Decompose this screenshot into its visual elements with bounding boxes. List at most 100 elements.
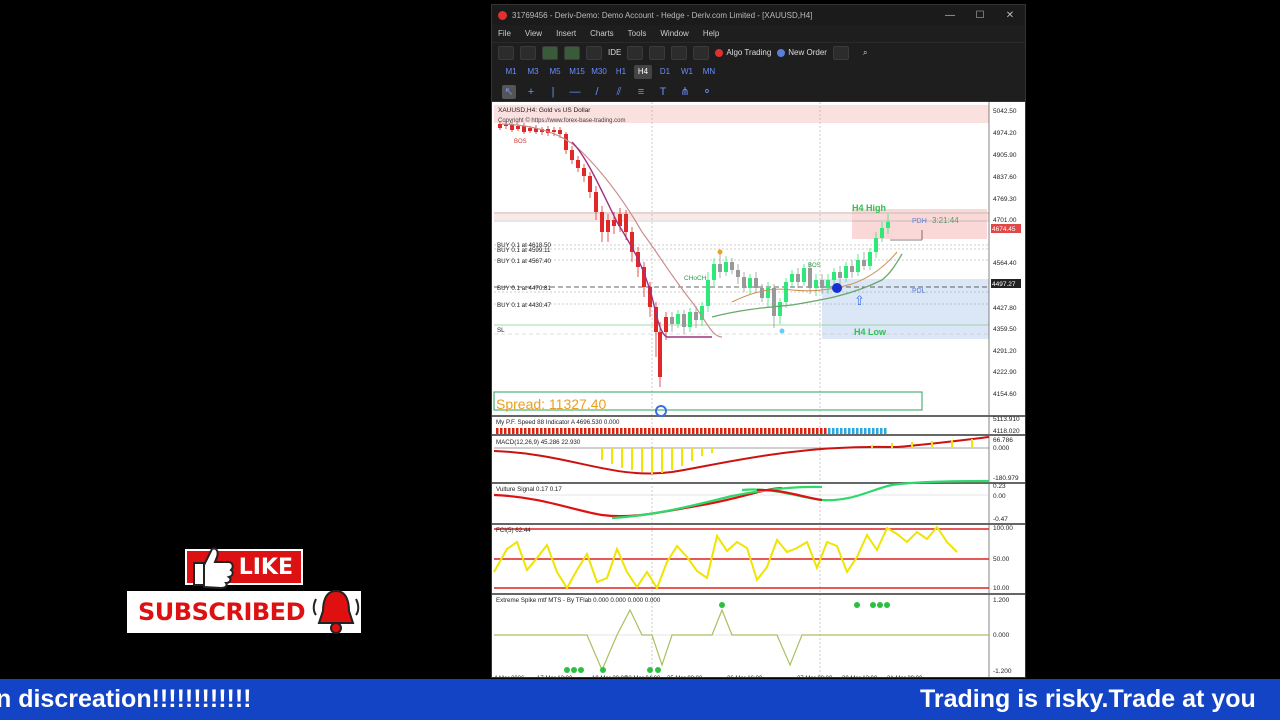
minimize-button[interactable]: —: [935, 10, 965, 21]
candle-body: [570, 150, 574, 160]
speed-bar: [560, 428, 563, 434]
menu-tools[interactable]: Tools: [628, 29, 647, 38]
order-label: SL: [497, 327, 505, 334]
fibonacci-icon[interactable]: ≡: [634, 85, 648, 99]
price-axis-label: 4427.80: [993, 305, 1017, 312]
market-icon[interactable]: [649, 45, 666, 60]
speed-bar: [620, 428, 623, 434]
speed-bar: [772, 428, 775, 434]
shapes-icon[interactable]: ⚬: [700, 85, 714, 99]
menu-charts[interactable]: Charts: [590, 29, 614, 38]
channel-icon[interactable]: ⫽: [612, 85, 626, 99]
search-icon[interactable]: ⌕: [863, 48, 867, 58]
bar-chart-icon[interactable]: [520, 45, 536, 60]
maximize-button[interactable]: ☐: [965, 10, 995, 21]
speed-bar: [548, 428, 551, 434]
line-chart-icon[interactable]: [564, 45, 580, 60]
tf-m1[interactable]: M1: [502, 65, 520, 79]
speed-bar: [876, 428, 879, 434]
speed-bar: [852, 428, 855, 434]
crosshair-icon[interactable]: +: [524, 85, 538, 99]
tf-m15[interactable]: M15: [568, 65, 586, 79]
tf-h1[interactable]: H1: [612, 65, 630, 79]
speed-bar: [584, 428, 587, 434]
candle-body: [606, 220, 610, 232]
speed-bar: [680, 428, 683, 434]
speed-bar: [552, 428, 555, 434]
horizontal-line-icon[interactable]: —: [568, 85, 582, 99]
candle-body: [516, 126, 520, 129]
menu-help[interactable]: Help: [703, 29, 719, 38]
ide-button[interactable]: IDE: [608, 48, 621, 57]
tf-d1[interactable]: D1: [656, 65, 674, 79]
spike-line: [494, 608, 989, 672]
price-axis-label: 4154.60: [993, 391, 1017, 398]
speed-bar: [528, 428, 531, 434]
tf-m5[interactable]: M5: [546, 65, 564, 79]
candle-body: [670, 317, 674, 324]
depth-icon[interactable]: [832, 45, 849, 60]
speed-bar: [580, 428, 583, 434]
candles-icon[interactable]: [542, 45, 558, 60]
speed-bar: [504, 428, 507, 434]
vertical-line-icon[interactable]: |: [546, 85, 560, 99]
speed-bar: [756, 428, 759, 434]
tf-m30[interactable]: M30: [590, 65, 608, 79]
menu-file[interactable]: File: [498, 29, 511, 38]
candle-body: [760, 288, 764, 298]
close-button[interactable]: ✕: [995, 10, 1025, 21]
candle-body: [820, 280, 824, 288]
speed-bar: [668, 428, 671, 434]
time-axis-label: 23 Mar 04:00: [625, 676, 661, 677]
menu-insert[interactable]: Insert: [556, 29, 576, 38]
price-axis-label: 4359.50: [993, 326, 1017, 333]
algo-trading-button[interactable]: Algo Trading: [715, 48, 771, 57]
subwindow-scale-label: -1.200: [993, 668, 1012, 675]
menu-window[interactable]: Window: [660, 29, 688, 38]
chart-canvas[interactable]: ⇧ 5042.50 4974.20 4905.90 4837.60 4769.30 470…: [492, 102, 1025, 677]
speed-bar: [884, 428, 887, 434]
h4-high-label: H4 High: [852, 203, 886, 213]
tf-h4[interactable]: H4: [634, 65, 652, 79]
subwindow-scale-label: 100.00: [993, 525, 1013, 532]
tf-mn[interactable]: MN: [700, 65, 718, 79]
price-axis-label: 4222.90: [993, 369, 1017, 376]
speed-bar: [732, 428, 735, 434]
speed-bar: [868, 428, 871, 434]
vps-icon[interactable]: [693, 45, 710, 60]
bos-label: BOS: [808, 263, 821, 269]
candle-body: [724, 262, 728, 272]
chart-type-icon[interactable]: [498, 45, 514, 60]
scrolling-ticker: n discreation!!!!!!!!!!!! Trading is ris…: [0, 679, 1280, 720]
speed-bar: [644, 428, 647, 434]
new-order-button[interactable]: New Order: [777, 48, 827, 57]
candle-body: [880, 228, 884, 238]
tf-w1[interactable]: W1: [678, 65, 696, 79]
chart-area[interactable]: ⇧ 5042.50 4974.20 4905.90 4837.60 4769.30 470…: [492, 102, 1025, 677]
speed-bar: [740, 428, 743, 434]
time-axis-label: 30 Mar 12:00: [842, 676, 878, 677]
speed-bar: [592, 428, 595, 434]
candle-body: [682, 314, 686, 327]
speed-bar: [576, 428, 579, 434]
subwindow-title: My P.F. Speed 88 Indicator A 4696.530 0.…: [496, 419, 620, 426]
pdl-label: PDL: [912, 288, 926, 295]
speed-bar: [764, 428, 767, 434]
trendline-icon[interactable]: /: [590, 85, 604, 99]
menu-view[interactable]: View: [525, 29, 542, 38]
tf-m3[interactable]: M3: [524, 65, 542, 79]
fibo-fan-icon[interactable]: ⋔: [678, 85, 692, 99]
text-icon[interactable]: T: [656, 85, 670, 99]
cloud-icon[interactable]: [671, 45, 688, 60]
navigator-icon[interactable]: [627, 45, 644, 60]
candle-body: [712, 264, 716, 280]
candle-body: [742, 277, 746, 288]
speed-bar: [524, 428, 527, 434]
speed-bar: [836, 428, 839, 434]
time-axis-label: 4 Mar 2026: [494, 676, 525, 677]
coin-icon[interactable]: [586, 45, 602, 60]
cursor-icon[interactable]: ↖: [502, 84, 516, 99]
speed-bar: [536, 428, 539, 434]
speed-bar: [612, 428, 615, 434]
speed-bar: [640, 428, 643, 434]
